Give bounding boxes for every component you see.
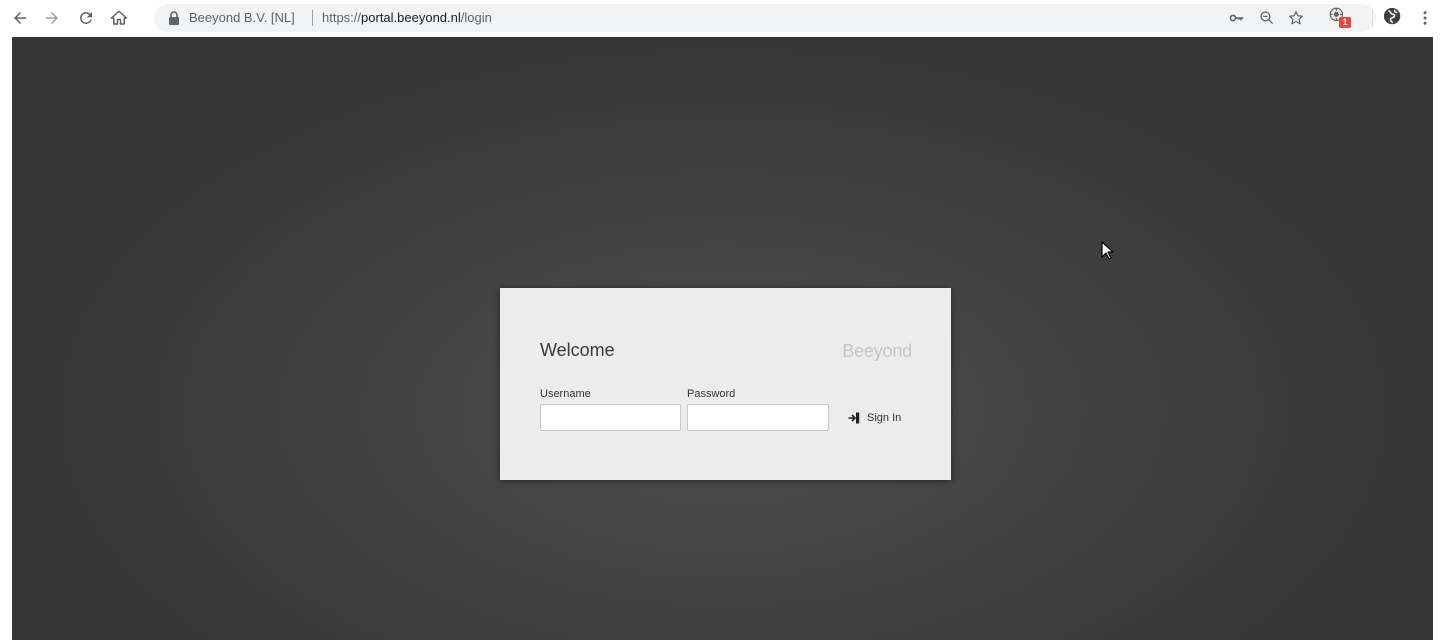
extension-icon[interactable]: 1 — [1329, 7, 1351, 29]
url-text[interactable]: https://portal.beeyond.nl/login — [322, 10, 492, 25]
sign-in-icon — [848, 412, 860, 424]
brand-logo: Beeyond — [842, 341, 912, 361]
page-background: Welcome Beeyond Username Password Sign I… — [12, 37, 1433, 640]
url-scheme: https:// — [322, 10, 362, 25]
url-path: /login — [460, 10, 492, 25]
extension-badge: 1 — [1339, 17, 1351, 28]
password-input[interactable] — [687, 404, 829, 431]
reload-icon[interactable] — [74, 6, 98, 30]
password-label: Password — [687, 388, 736, 400]
home-icon[interactable] — [107, 6, 131, 30]
lock-icon — [169, 11, 179, 25]
toolbar-divider — [1372, 9, 1373, 27]
browser-toolbar: Beeyond B.V. [NL] https://portal.beeyond… — [0, 0, 1445, 36]
address-bar[interactable]: Beeyond B.V. [NL] https://portal.beeyond… — [154, 4, 1376, 32]
mouse-cursor-icon — [1101, 241, 1114, 260]
zoom-icon[interactable] — [1258, 9, 1276, 27]
sign-in-label: Sign In — [867, 412, 902, 424]
menu-icon[interactable] — [1413, 6, 1437, 30]
url-host: portal.beeyond.nl — [361, 10, 461, 25]
star-icon[interactable] — [1287, 9, 1305, 27]
key-icon[interactable] — [1228, 9, 1246, 27]
forward-icon[interactable] — [40, 6, 64, 30]
username-input[interactable] — [540, 404, 681, 431]
sign-in-button[interactable]: Sign In — [848, 409, 901, 427]
profile-icon[interactable] — [1383, 7, 1405, 29]
welcome-heading: Welcome — [540, 340, 615, 360]
login-card: Welcome Beeyond Username Password Sign I… — [500, 288, 951, 480]
username-label: Username — [540, 388, 591, 400]
url-separator — [312, 10, 313, 26]
back-icon[interactable] — [8, 6, 32, 30]
site-identity[interactable]: Beeyond B.V. [NL] — [189, 10, 295, 25]
